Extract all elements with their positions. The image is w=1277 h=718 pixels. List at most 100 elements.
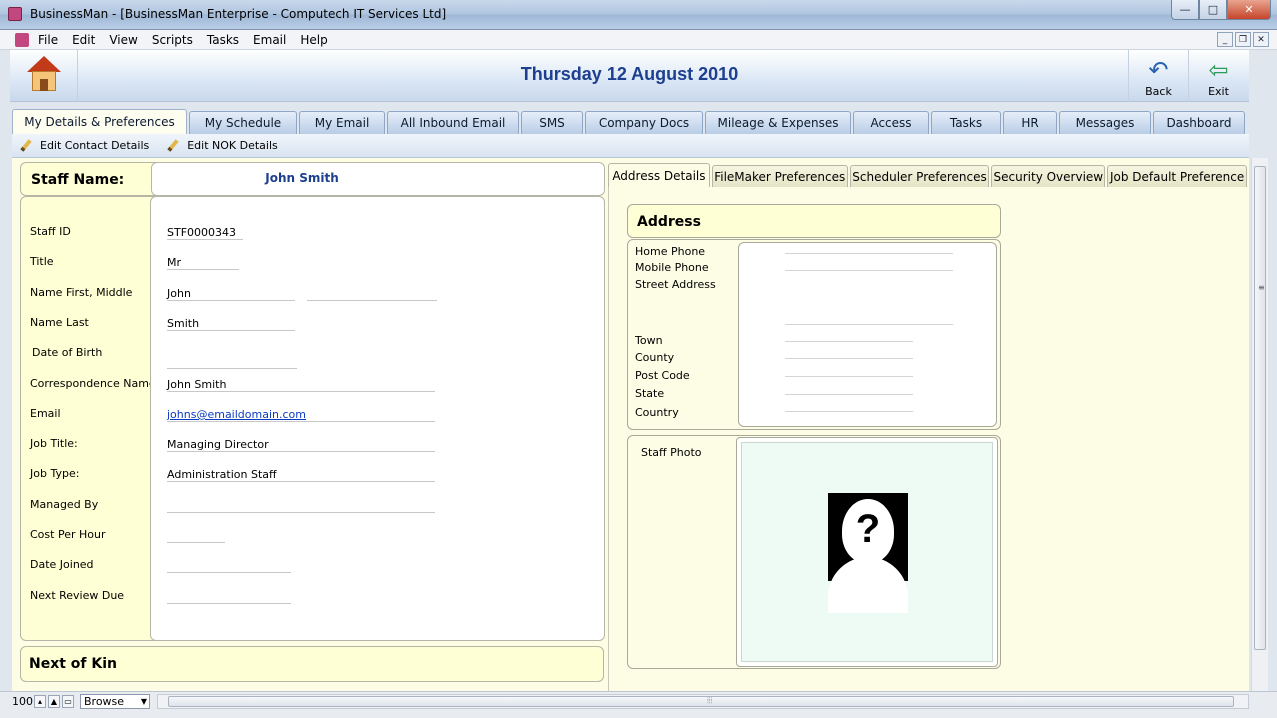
mode-select[interactable]: Browse ▼ bbox=[80, 694, 150, 709]
field-value-job-type[interactable]: Administration Staff bbox=[167, 468, 435, 482]
field-label-job-title: Job Title: bbox=[30, 437, 78, 450]
right-tab-strip: Address Details FileMaker Preferences Sche… bbox=[608, 163, 1249, 187]
document-icon[interactable] bbox=[15, 33, 29, 47]
exit-button[interactable]: ⇦ Exit bbox=[1188, 50, 1248, 102]
back-button[interactable]: ↶ Back bbox=[1128, 50, 1188, 102]
edit-contact-details-label: Edit Contact Details bbox=[40, 139, 150, 152]
field-label-name-first-middle: Name First, Middle bbox=[30, 286, 133, 299]
field-value-email[interactable]: johns@emaildomain.com bbox=[167, 408, 435, 422]
window-title-bar: BusinessMan - [BusinessMan Enterprise - … bbox=[0, 0, 1277, 30]
tab-dashboard[interactable]: Dashboard bbox=[1153, 111, 1245, 134]
pencil-icon bbox=[167, 140, 179, 152]
tab-access[interactable]: Access bbox=[853, 111, 929, 134]
field-label-cost-per-hour: Cost Per Hour bbox=[30, 528, 106, 541]
field-label-job-type: Job Type: bbox=[30, 467, 80, 480]
tab-sms[interactable]: SMS bbox=[521, 111, 583, 134]
vertical-scrollbar[interactable]: ≡ bbox=[1251, 158, 1268, 691]
menu-edit[interactable]: Edit bbox=[72, 32, 102, 48]
address-input-line[interactable] bbox=[785, 394, 913, 395]
content-area: Staff Name: John Smith Staff ID Title Name… bbox=[12, 158, 1249, 691]
field-value-managed-by[interactable] bbox=[167, 499, 435, 513]
right-tab-scheduler-preferences[interactable]: Scheduler Preferences bbox=[849, 165, 990, 187]
zoom-level[interactable]: 100 bbox=[12, 695, 33, 708]
field-value-job-title[interactable]: Managing Director bbox=[167, 438, 435, 452]
menu-view[interactable]: View bbox=[109, 32, 144, 48]
vertical-scroll-thumb[interactable]: ≡ bbox=[1254, 166, 1266, 650]
tab-tasks[interactable]: Tasks bbox=[931, 111, 1001, 134]
question-mark-glyph: ? bbox=[855, 507, 881, 551]
tab-my-email[interactable]: My Email bbox=[299, 111, 385, 134]
field-value-name-first-middle[interactable]: John bbox=[167, 287, 295, 301]
address-title: Address bbox=[637, 214, 701, 230]
status-area-toggle-icon[interactable]: ▭ bbox=[62, 695, 74, 708]
zoom-controls: ▴ ▲ ▭ bbox=[34, 695, 74, 708]
next-of-kin-title: Next of Kin bbox=[29, 656, 118, 672]
zoom-out-icon[interactable]: ▴ bbox=[34, 695, 46, 708]
edit-contact-details-button[interactable]: Edit Contact Details bbox=[20, 139, 149, 152]
maximize-button[interactable]: □ bbox=[1199, 0, 1227, 20]
staff-details-panel: Staff Name: John Smith Staff ID Title Name… bbox=[20, 162, 605, 641]
tab-my-details-preferences[interactable]: My Details & Preferences bbox=[12, 109, 187, 134]
header-band: Thursday 12 August 2010 ↶ Back ⇦ Exit bbox=[10, 50, 1249, 102]
staff-name-label: Staff Name: bbox=[31, 172, 125, 188]
menu-file[interactable]: File bbox=[38, 32, 65, 48]
right-tab-filemaker-preferences[interactable]: FileMaker Preferences bbox=[711, 165, 848, 187]
horizontal-scroll-thumb[interactable]: ⦙⦙⦙ bbox=[168, 696, 1234, 707]
field-value-next-review-due[interactable] bbox=[167, 590, 291, 604]
minimize-button[interactable]: — bbox=[1171, 0, 1199, 20]
zoom-in-icon[interactable]: ▲ bbox=[48, 695, 60, 708]
horizontal-scrollbar[interactable]: ⦙⦙⦙ bbox=[157, 694, 1249, 709]
address-input-line[interactable] bbox=[785, 376, 913, 377]
field-label-correspondence-name: Correspondence Name bbox=[30, 377, 156, 390]
menu-help[interactable]: Help bbox=[300, 32, 334, 48]
staff-photo-frame[interactable]: ? bbox=[736, 437, 998, 667]
staff-fields-values: STF0000343 Mr John Smith John Smith johns@ema… bbox=[150, 196, 605, 641]
field-value-name-last[interactable]: Smith bbox=[167, 317, 295, 331]
address-input-line[interactable] bbox=[785, 411, 913, 412]
mdi-controls: _ ❐ ✕ bbox=[1217, 32, 1269, 47]
staff-name-row: Staff Name: John Smith bbox=[20, 162, 605, 196]
staff-name-field[interactable]: John Smith bbox=[151, 162, 605, 196]
address-input-line[interactable] bbox=[785, 341, 913, 342]
menu-scripts[interactable]: Scripts bbox=[152, 32, 200, 48]
status-bar: 100 ▴ ▲ ▭ Browse ▼ ⦙⦙⦙ bbox=[0, 691, 1277, 718]
field-label-next-review-due: Next Review Due bbox=[30, 589, 125, 602]
field-value-date-of-birth[interactable] bbox=[167, 355, 297, 369]
mode-value: Browse bbox=[84, 695, 125, 708]
edit-nok-details-button[interactable]: Edit NOK Details bbox=[167, 139, 278, 152]
field-label-managed-by: Managed By bbox=[30, 498, 99, 511]
address-input-line[interactable] bbox=[785, 324, 953, 325]
mdi-close-button[interactable]: ✕ bbox=[1253, 32, 1269, 47]
close-button[interactable]: ✕ bbox=[1227, 0, 1271, 20]
window-controls: — □ ✕ bbox=[1171, 0, 1271, 20]
address-input-line[interactable] bbox=[785, 270, 953, 271]
field-value-correspondence-name[interactable]: John Smith bbox=[167, 378, 435, 392]
tab-all-inbound-email[interactable]: All Inbound Email bbox=[387, 111, 519, 134]
tab-messages[interactable]: Messages bbox=[1059, 111, 1151, 134]
menu-email[interactable]: Email bbox=[253, 32, 293, 48]
right-tab-security-overview[interactable]: Security Overview bbox=[991, 165, 1106, 187]
address-values bbox=[738, 242, 997, 427]
right-tab-address-details[interactable]: Address Details bbox=[608, 163, 710, 187]
exit-door-icon: ⇦ bbox=[1208, 56, 1229, 84]
mdi-restore-button[interactable]: ❐ bbox=[1235, 32, 1251, 47]
tab-hr[interactable]: HR bbox=[1003, 111, 1057, 134]
right-tab-job-default-preference[interactable]: Job Default Preference bbox=[1107, 165, 1247, 187]
mdi-minimize-button[interactable]: _ bbox=[1217, 32, 1233, 47]
field-value-name-middle[interactable] bbox=[307, 287, 437, 301]
field-value-cost-per-hour[interactable] bbox=[167, 529, 225, 543]
staff-photo-label: Staff Photo bbox=[641, 446, 702, 459]
address-input-line[interactable] bbox=[785, 253, 953, 254]
tab-my-schedule[interactable]: My Schedule bbox=[189, 111, 297, 134]
field-value-title[interactable]: Mr bbox=[167, 256, 239, 270]
chevron-down-icon: ▼ bbox=[140, 697, 147, 706]
address-label-home-phone: Home Phone bbox=[635, 245, 706, 258]
grip-icon: ⦙⦙⦙ bbox=[707, 696, 713, 705]
tab-company-docs[interactable]: Company Docs bbox=[585, 111, 703, 134]
field-value-date-joined[interactable] bbox=[167, 559, 291, 573]
menu-tasks[interactable]: Tasks bbox=[207, 32, 246, 48]
address-input-line[interactable] bbox=[785, 358, 913, 359]
staff-name-value: John Smith bbox=[265, 171, 339, 185]
field-value-staff-id[interactable]: STF0000343 bbox=[167, 226, 243, 240]
tab-mileage-expenses[interactable]: Mileage & Expenses bbox=[705, 111, 851, 134]
